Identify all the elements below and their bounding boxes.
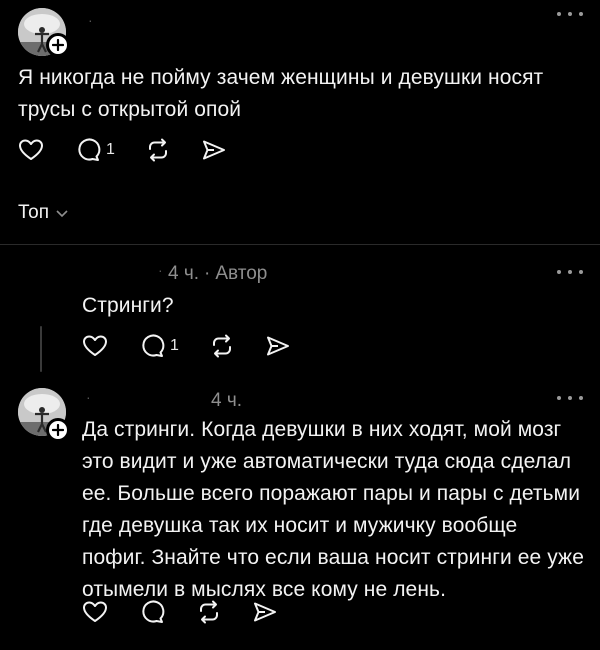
section-divider [0, 244, 600, 245]
reply1-username[interactable]: · [158, 262, 163, 278]
like-button[interactable] [82, 334, 108, 358]
sort-label: Топ [18, 202, 49, 223]
share-icon [266, 336, 289, 356]
reply1-author-tag: Автор [215, 263, 268, 284]
follow-plus-button[interactable] [46, 418, 70, 442]
post-text-line-1: Я никогда не пойму зачем женщины и девуш… [18, 66, 544, 89]
plus-icon [52, 39, 64, 51]
repost-button[interactable] [196, 600, 222, 624]
reply2-text-line: это видит и уже автоматически туда сюда … [82, 450, 572, 473]
thread-line [40, 326, 42, 372]
repost-icon [212, 334, 231, 358]
repost-button[interactable] [145, 138, 171, 162]
repost-icon [148, 138, 167, 162]
share-button[interactable] [265, 334, 291, 358]
reply1-text: Стринги? [82, 294, 174, 317]
share-icon [202, 140, 225, 160]
heart-icon [83, 335, 107, 356]
comment-icon [142, 600, 165, 623]
reply2-time: 4 ч. [211, 390, 243, 411]
reply2-text-line: где девушка так их носит и мужичку вообщ… [82, 514, 518, 537]
reply1-actions: 1 [82, 334, 291, 358]
comment-button[interactable]: 1 [140, 334, 179, 358]
comment-count: 1 [170, 337, 179, 354]
share-button[interactable] [201, 138, 227, 162]
heart-icon [19, 139, 43, 160]
comment-button[interactable]: 1 [76, 138, 115, 162]
post-username[interactable]: · [88, 12, 93, 28]
share-icon [254, 602, 276, 622]
comment-icon [142, 334, 165, 357]
reply2-text-line: Да стринги. Когда девушки в них ходят, м… [82, 418, 562, 441]
reply2-text: Да стринги. Когда девушки в них ходят, м… [82, 414, 584, 606]
more-icon[interactable] [557, 8, 583, 20]
repost-button[interactable] [209, 334, 235, 358]
comment-button[interactable] [140, 600, 166, 624]
comment-count: 1 [106, 141, 115, 158]
more-icon[interactable] [557, 392, 583, 404]
reply2-text-line: пофиг. Знайте что если ваша носит стринг… [82, 546, 584, 569]
reply2-actions [82, 600, 278, 624]
sort-dropdown[interactable]: Топ [18, 202, 69, 224]
post-text-line-2: трусы с открытой опой [18, 98, 242, 121]
comment-icon [78, 138, 101, 161]
post-actions: 1 [18, 138, 227, 162]
share-button[interactable] [252, 600, 278, 624]
more-icon[interactable] [557, 266, 583, 278]
plus-icon [52, 424, 64, 436]
reply2-text-line: ее. Больше всего поражают пары и пары с … [82, 482, 581, 505]
follow-plus-button[interactable] [46, 33, 70, 57]
reply1-time: 4 ч. [168, 263, 200, 284]
repost-icon [200, 600, 218, 624]
heart-icon [83, 601, 107, 622]
like-button[interactable] [82, 600, 108, 624]
chevron-down-icon [56, 210, 68, 218]
like-button[interactable] [18, 138, 44, 162]
reply2-username[interactable]: · [86, 389, 91, 405]
reply1-meta: 4 ч. · Автор [168, 263, 267, 285]
reply1-separator: · [204, 263, 211, 284]
